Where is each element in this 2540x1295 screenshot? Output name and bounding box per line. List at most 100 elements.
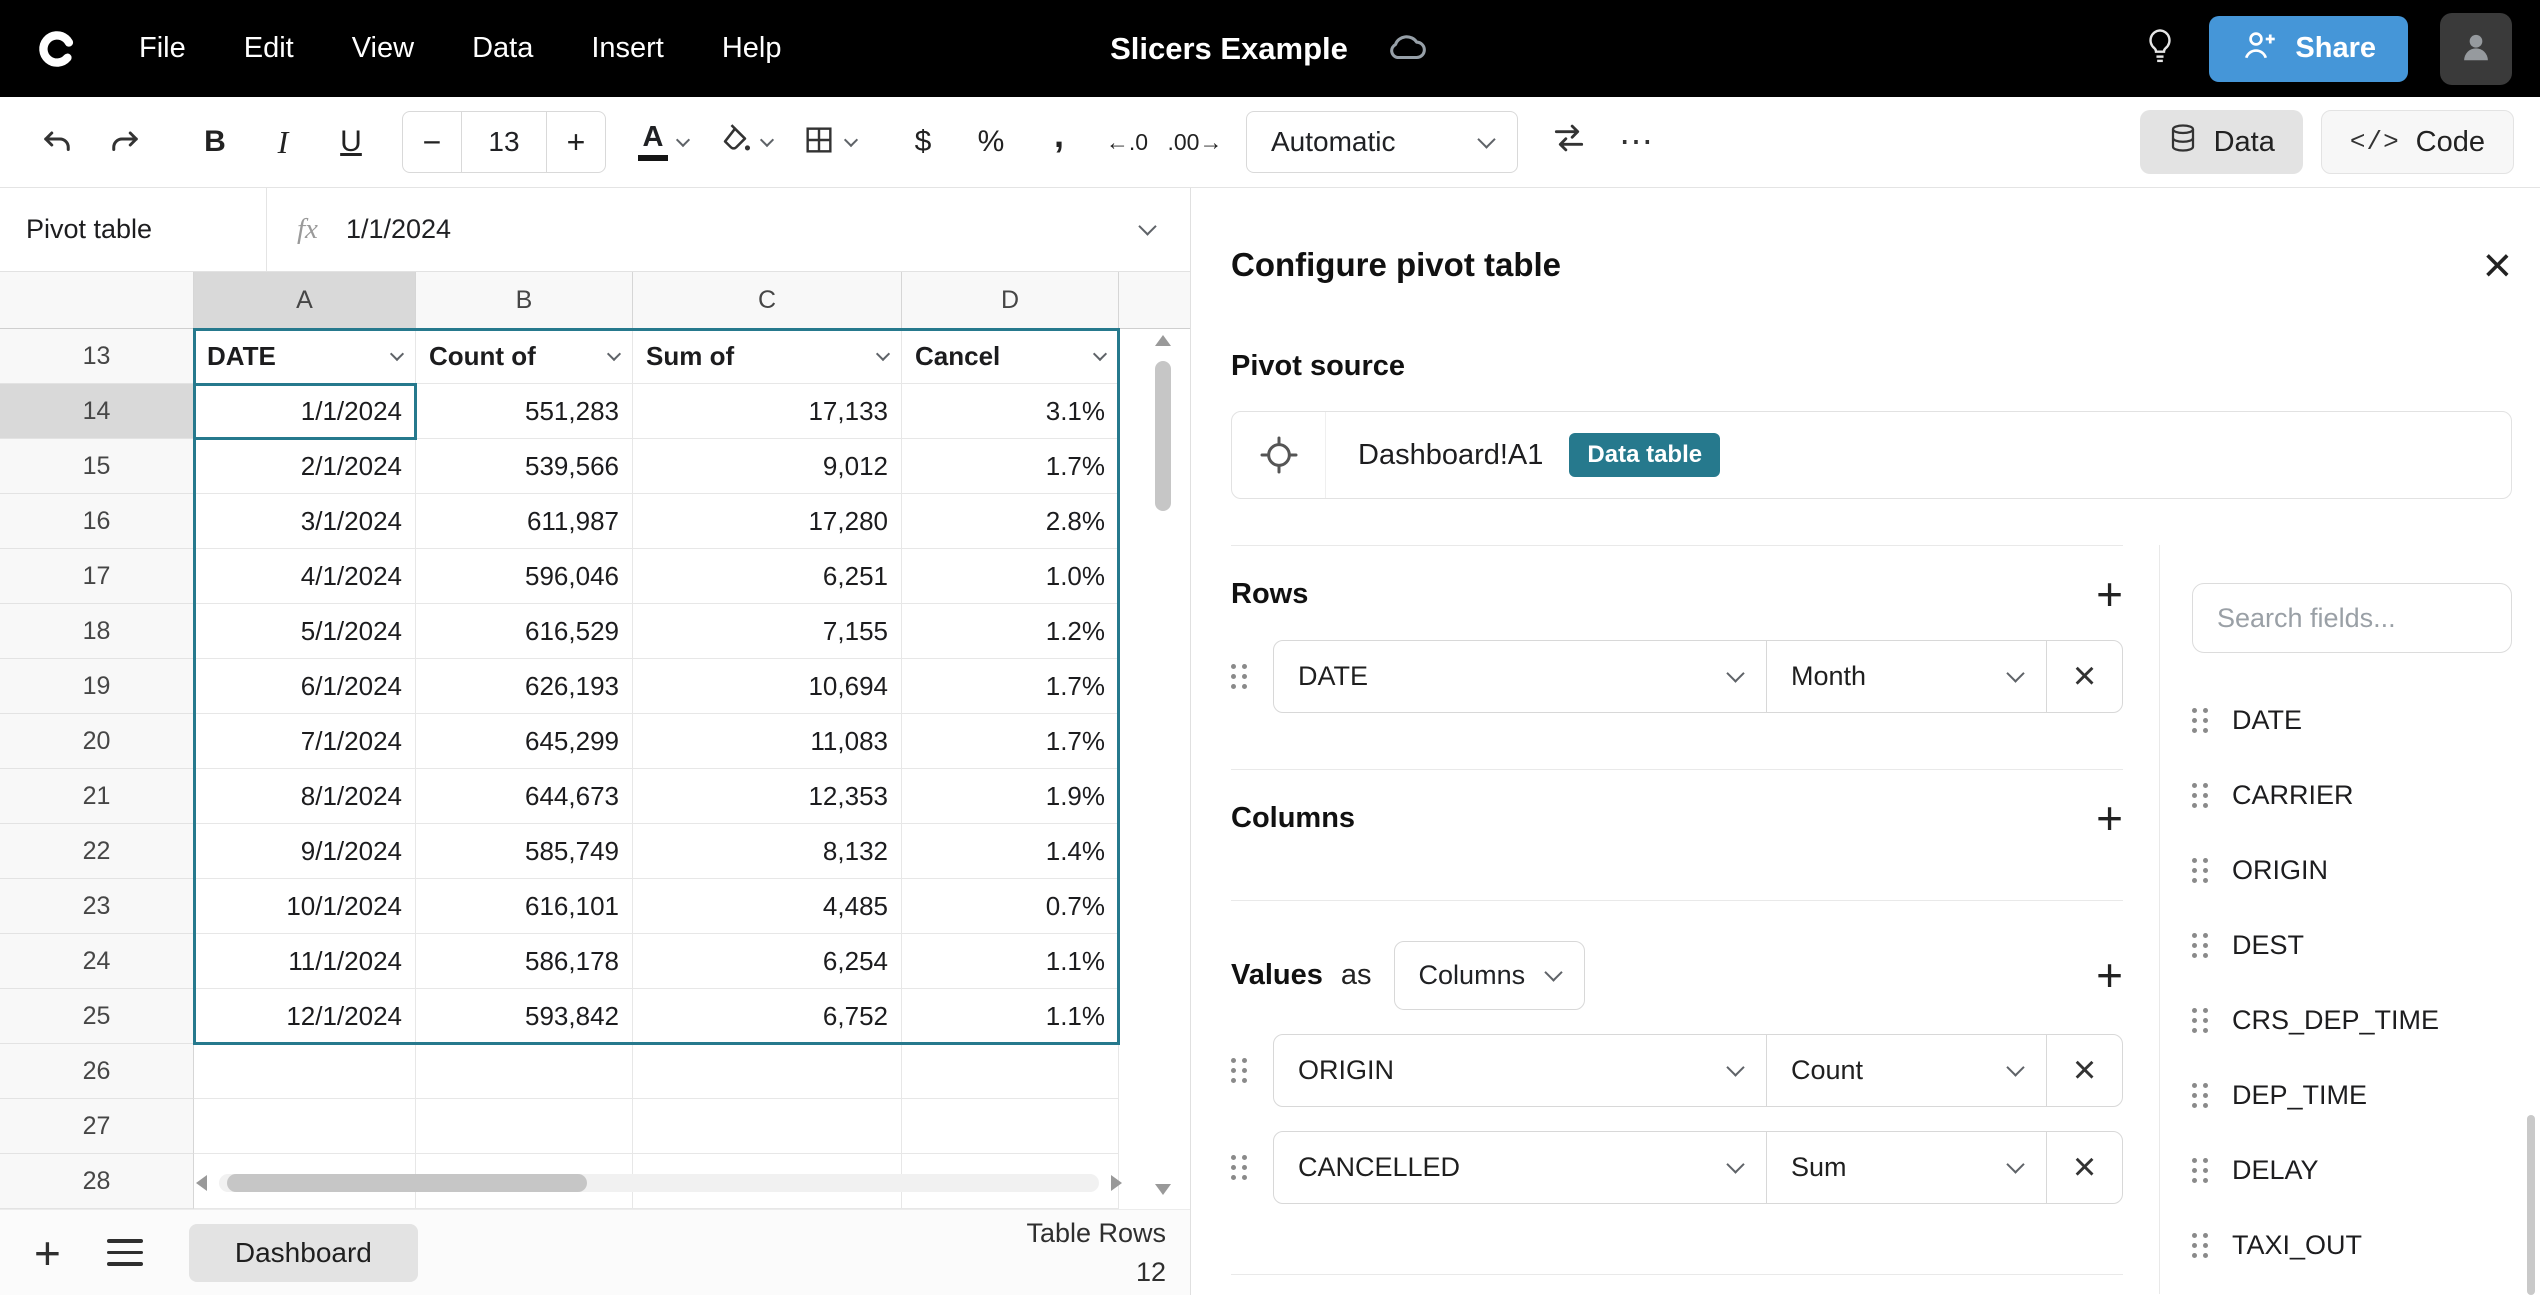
pivot-header-cell[interactable]: DATE xyxy=(194,329,416,384)
row-header[interactable]: 15 xyxy=(0,439,194,494)
scroll-left-arrow-icon[interactable] xyxy=(196,1175,207,1191)
row-header[interactable]: 27 xyxy=(0,1099,194,1154)
cell[interactable] xyxy=(633,1044,902,1099)
drag-handle-icon[interactable] xyxy=(2192,1158,2208,1184)
cell[interactable] xyxy=(194,1044,416,1099)
app-logo-icon[interactable] xyxy=(28,20,86,78)
drag-handle-icon[interactable] xyxy=(1231,1058,1247,1084)
row-header[interactable]: 14 xyxy=(0,384,194,439)
cell[interactable]: 1.9% xyxy=(902,769,1119,824)
cell[interactable]: 8,132 xyxy=(633,824,902,879)
column-filter-chevron-icon[interactable] xyxy=(1093,347,1107,361)
swap-references-button[interactable] xyxy=(1538,110,1600,174)
select-all-corner[interactable] xyxy=(0,272,194,329)
pivot-source-row[interactable]: Dashboard!A1 Data table xyxy=(1231,411,2512,499)
drag-handle-icon[interactable] xyxy=(2192,858,2208,884)
panel-scrollbar-thumb[interactable] xyxy=(2527,1115,2535,1295)
cell[interactable]: 7,155 xyxy=(633,604,902,659)
drag-handle-icon[interactable] xyxy=(2192,783,2208,809)
values-mode-select[interactable]: Columns xyxy=(1394,941,1586,1010)
menu-item[interactable]: View xyxy=(323,0,443,97)
cell[interactable]: 10/1/2024 xyxy=(194,879,416,934)
field-item[interactable]: DEST xyxy=(2192,908,2512,983)
decrease-decimal-button[interactable]: ←.0 xyxy=(1096,110,1158,174)
cell[interactable]: 11/1/2024 xyxy=(194,934,416,989)
scroll-up-arrow-icon[interactable] xyxy=(1155,335,1171,346)
cell[interactable]: 17,280 xyxy=(633,494,902,549)
row-header[interactable]: 13 xyxy=(0,329,194,384)
drag-handle-icon[interactable] xyxy=(1231,1155,1247,1181)
row-header[interactable]: 22 xyxy=(0,824,194,879)
field-item[interactable]: TAXI_OUT xyxy=(2192,1208,2512,1283)
scroll-down-arrow-icon[interactable] xyxy=(1155,1184,1171,1195)
sheet-list-menu-icon[interactable] xyxy=(107,1239,143,1266)
cell[interactable]: 10,694 xyxy=(633,659,902,714)
remove-field-button[interactable]: × xyxy=(2046,641,2122,712)
cell[interactable]: 585,749 xyxy=(416,824,633,879)
cell[interactable]: 2/1/2024 xyxy=(194,439,416,494)
cell[interactable]: 5/1/2024 xyxy=(194,604,416,659)
cell[interactable]: 626,193 xyxy=(416,659,633,714)
field-item[interactable]: CRS_DEP_TIME xyxy=(2192,983,2512,1058)
code-view-button[interactable]: </> Code xyxy=(2321,110,2514,174)
undo-button[interactable] xyxy=(26,110,88,174)
cell[interactable]: 11,083 xyxy=(633,714,902,769)
font-size-increase-button[interactable]: + xyxy=(547,124,605,161)
field-item[interactable]: ORIGIN xyxy=(2192,833,2512,908)
column-filter-chevron-icon[interactable] xyxy=(876,347,890,361)
cell[interactable]: 645,299 xyxy=(416,714,633,769)
borders-button[interactable] xyxy=(790,110,868,174)
add-sheet-button[interactable]: + xyxy=(34,1230,61,1276)
cell[interactable]: 1.1% xyxy=(902,989,1119,1044)
cell[interactable]: 6/1/2024 xyxy=(194,659,416,714)
cell[interactable] xyxy=(416,1099,633,1154)
add-row-field-button[interactable]: + xyxy=(2096,578,2123,610)
cell[interactable] xyxy=(416,1044,633,1099)
cell[interactable]: 1.0% xyxy=(902,549,1119,604)
option-select[interactable]: Month xyxy=(1766,641,2046,712)
pivot-header-cell[interactable]: Sum of xyxy=(633,329,902,384)
italic-button[interactable]: I xyxy=(252,110,314,174)
row-header[interactable]: 19 xyxy=(0,659,194,714)
cell[interactable]: 4,485 xyxy=(633,879,902,934)
cell[interactable]: 1.7% xyxy=(902,714,1119,769)
text-color-button[interactable]: A xyxy=(626,110,700,174)
cell[interactable]: 9/1/2024 xyxy=(194,824,416,879)
row-header[interactable]: 16 xyxy=(0,494,194,549)
font-size-decrease-button[interactable]: − xyxy=(403,124,461,161)
scroll-right-arrow-icon[interactable] xyxy=(1111,1175,1122,1191)
row-header[interactable]: 28 xyxy=(0,1154,194,1209)
column-header-c[interactable]: C xyxy=(633,272,902,329)
cell[interactable]: 1/1/2024 xyxy=(194,384,416,439)
column-filter-chevron-icon[interactable] xyxy=(390,347,404,361)
currency-format-button[interactable]: $ xyxy=(892,110,954,174)
formula-input[interactable]: 1/1/2024 xyxy=(346,214,451,245)
cell[interactable] xyxy=(633,1099,902,1154)
aggregation-select[interactable]: Count xyxy=(1766,1035,2046,1106)
vertical-scrollbar[interactable] xyxy=(1152,335,1174,1195)
cell[interactable]: 586,178 xyxy=(416,934,633,989)
menu-item[interactable]: File xyxy=(110,0,215,97)
cell[interactable] xyxy=(902,1044,1119,1099)
formula-bar-expand-chevron-icon[interactable] xyxy=(1138,217,1156,235)
cell[interactable]: 1.7% xyxy=(902,439,1119,494)
cell[interactable]: 1.7% xyxy=(902,659,1119,714)
drag-handle-icon[interactable] xyxy=(2192,933,2208,959)
underline-button[interactable]: U xyxy=(320,110,382,174)
vertical-scroll-thumb[interactable] xyxy=(1155,361,1171,511)
remove-field-button[interactable]: × xyxy=(2046,1132,2122,1203)
column-filter-chevron-icon[interactable] xyxy=(607,347,621,361)
cell[interactable]: 1.1% xyxy=(902,934,1119,989)
cell[interactable]: 551,283 xyxy=(416,384,633,439)
cell[interactable]: 616,529 xyxy=(416,604,633,659)
column-header-a[interactable]: A xyxy=(194,272,416,329)
menu-item[interactable]: Insert xyxy=(562,0,693,97)
field-item[interactable]: DELAY xyxy=(2192,1133,2512,1208)
drag-handle-icon[interactable] xyxy=(2192,708,2208,734)
comma-format-button[interactable]: , xyxy=(1028,110,1090,174)
field-item[interactable]: CARRIER xyxy=(2192,758,2512,833)
drag-handle-icon[interactable] xyxy=(1231,664,1247,690)
field-select[interactable]: DATE xyxy=(1274,641,1766,712)
pivot-header-cell[interactable]: Cancel xyxy=(902,329,1119,384)
horizontal-scrollbar[interactable] xyxy=(196,1170,1122,1196)
